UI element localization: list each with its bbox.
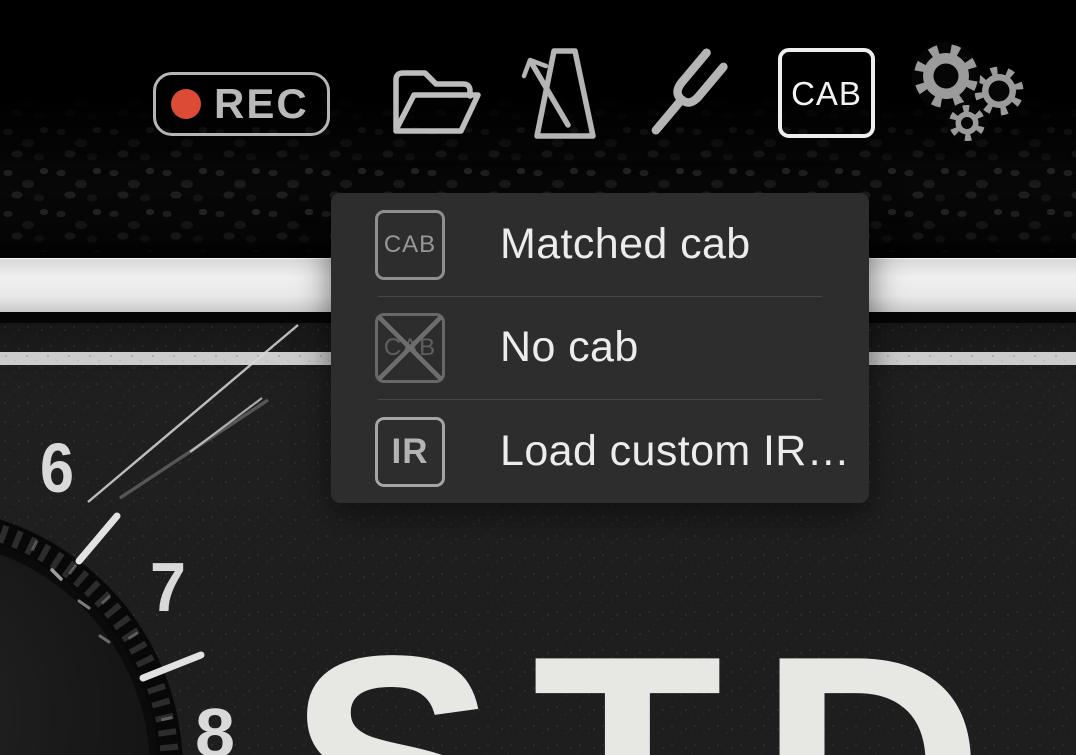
- menu-item-label: Matched cab: [500, 220, 751, 269]
- ir-icon: IR: [375, 417, 445, 487]
- amp-plugin-window: 6 7 8 STD: [0, 0, 1076, 755]
- metronome-icon[interactable]: [524, 51, 593, 136]
- ir-icon-label: IR: [392, 434, 429, 469]
- rec-label: REC: [214, 83, 309, 125]
- dial-number-6: 6: [40, 429, 74, 507]
- folder-open-icon[interactable]: [396, 73, 478, 131]
- amp-model-text: STD: [288, 592, 1020, 755]
- cab-icon: CAB: [375, 210, 445, 280]
- panel-scratches: [88, 325, 298, 502]
- tuning-fork-icon[interactable]: [647, 53, 723, 138]
- settings-gears-icon[interactable]: [912, 42, 1026, 144]
- record-dot-icon: [171, 89, 201, 119]
- dial-number-7: 7: [150, 548, 186, 626]
- rec-button[interactable]: REC: [153, 72, 330, 136]
- cab-button-label: CAB: [791, 77, 862, 110]
- dial-number-8: 8: [195, 694, 235, 755]
- no-cab-cross: [377, 315, 443, 381]
- menu-item-label: Load custom IR…: [500, 427, 850, 476]
- menu-item-no-cab[interactable]: CAB No cab: [331, 296, 869, 399]
- menu-item-load-custom-ir[interactable]: IR Load custom IR…: [331, 400, 869, 503]
- cab-button[interactable]: CAB: [778, 48, 875, 138]
- menu-item-matched-cab[interactable]: CAB Matched cab: [331, 193, 869, 296]
- no-cab-icon: CAB: [375, 313, 445, 383]
- menu-item-label: No cab: [500, 323, 639, 372]
- cab-dropdown-menu: CAB Matched cab CAB No cab IR Load custo…: [331, 193, 869, 503]
- cab-icon-label: CAB: [384, 233, 436, 257]
